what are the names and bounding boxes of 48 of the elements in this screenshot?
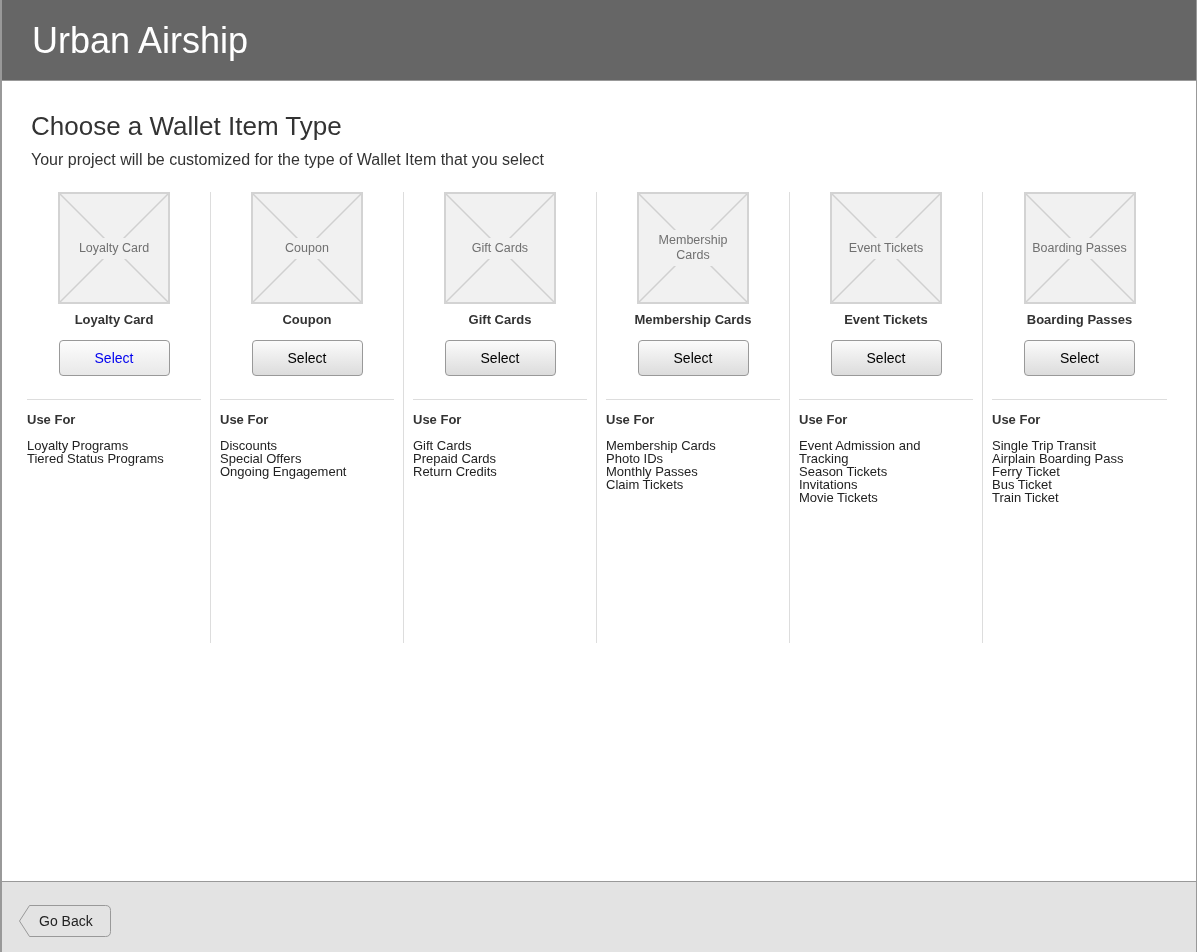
use-for-label: Use For bbox=[606, 412, 655, 427]
item-type-name: Coupon bbox=[282, 312, 332, 327]
select-button[interactable]: Select bbox=[830, 340, 942, 376]
image-label: Event Tickets bbox=[848, 237, 924, 259]
use-for-label: Use For bbox=[220, 412, 269, 427]
item-type-name: Gift Cards bbox=[468, 312, 532, 327]
select-button[interactable]: Select bbox=[58, 340, 170, 376]
image-label: Boarding Passes bbox=[1032, 237, 1127, 259]
image-label: Coupon bbox=[285, 237, 329, 259]
item-type-name: Membership Cards bbox=[634, 312, 752, 327]
go-back-button[interactable]: Go Back bbox=[19, 905, 111, 937]
use-case-text: Invitations bbox=[799, 478, 859, 491]
use-case-text: Event Admission and Tracking bbox=[799, 439, 922, 465]
image-label: Gift Cards bbox=[471, 237, 529, 259]
use-case-text: Train Ticket bbox=[992, 491, 1060, 504]
item-type-name: Event Tickets bbox=[844, 312, 928, 327]
image-label: Loyalty Card bbox=[78, 237, 150, 259]
use-for-label: Use For bbox=[992, 412, 1041, 427]
use-case-text: Return Credits bbox=[413, 465, 497, 478]
use-case-text: Season Tickets bbox=[799, 465, 889, 478]
use-case-text: Claim Tickets bbox=[606, 478, 685, 491]
use-case-text: Special Offers bbox=[220, 452, 303, 465]
use-case-text: Ferry Ticket bbox=[992, 465, 1060, 478]
use-case-text: Monthly Passes bbox=[606, 465, 699, 478]
use-case-text: Loyalty Programs bbox=[27, 439, 130, 452]
use-case-text: Photo IDs bbox=[606, 452, 664, 465]
use-case-text: Movie Tickets bbox=[799, 491, 879, 504]
use-case-text: Gift Cards bbox=[413, 439, 473, 452]
use-case-text: Single Trip Transit bbox=[992, 439, 1098, 452]
use-case-text: Bus Ticket bbox=[992, 478, 1053, 491]
select-button[interactable]: Select bbox=[637, 340, 749, 376]
use-case-text: Prepaid Cards bbox=[413, 452, 497, 465]
page-heading: Choose a Wallet Item Type bbox=[31, 111, 343, 142]
select-button[interactable]: Select bbox=[251, 340, 363, 376]
select-button[interactable]: Select bbox=[444, 340, 556, 376]
app-title: Urban Airship bbox=[32, 20, 250, 62]
use-case-text: Airplain Boarding Pass bbox=[992, 452, 1124, 465]
use-for-label: Use For bbox=[413, 412, 462, 427]
use-case-text: Discounts bbox=[220, 439, 279, 452]
use-case-text: Ongoing Engagement bbox=[220, 465, 347, 478]
page-subtitle: Your project will be customized for the type of Wallet Item that you select bbox=[31, 151, 545, 169]
select-button[interactable]: Select bbox=[1024, 340, 1135, 376]
use-case-text: Membership Cards bbox=[606, 439, 716, 452]
use-for-label: Use For bbox=[27, 412, 76, 427]
item-type-name: Loyalty Card bbox=[74, 312, 154, 327]
item-type-name: Boarding Passes bbox=[1026, 312, 1133, 327]
use-case-text: Tiered Status Programs bbox=[27, 452, 164, 465]
use-for-label: Use For bbox=[799, 412, 848, 427]
